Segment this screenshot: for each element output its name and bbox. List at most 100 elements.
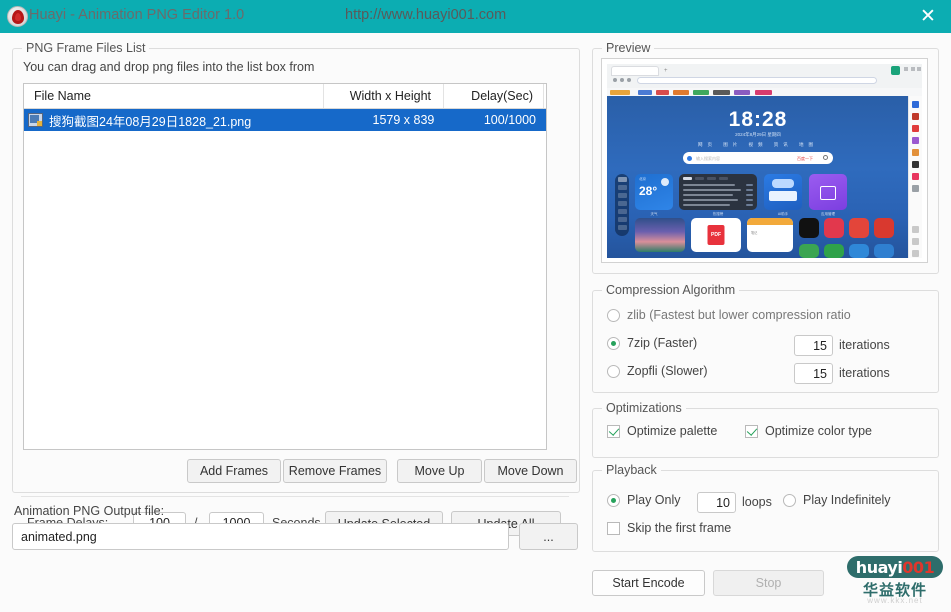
start-encode-button[interactable]: Start Encode <box>592 570 705 596</box>
preview-clock: 18:28 <box>728 108 788 131</box>
preview-search-engine-icon <box>687 155 692 161</box>
preview-news-caption: 热搜榜 <box>712 212 724 216</box>
checkbox-skip-first-frame-label: Skip the first frame <box>627 521 732 535</box>
row-file-name-text: 搜狗截图24年08月29日1828_21.png <box>49 114 252 129</box>
radio-play-only-icon[interactable] <box>607 493 620 507</box>
row-file-name-cell: 搜狗截图24年08月29日1828_21.png <box>24 111 327 130</box>
column-header-file-name[interactable]: File Name <box>24 84 324 108</box>
preview-pdf-label: PDF <box>707 225 725 245</box>
preview-group-label: Preview <box>602 41 655 55</box>
preview-forward-icon <box>620 78 624 82</box>
preview-app-icon-weibo <box>849 218 869 238</box>
playback-group-label: Playback <box>602 463 661 477</box>
radio-zlib[interactable]: zlib (Fastest but lower compression rati… <box>607 308 851 322</box>
preview-search-placeholder: 输入搜索内容 <box>696 155 720 161</box>
radio-play-only-label: Play Only <box>627 493 681 507</box>
radio-zlib-label: zlib (Fastest but lower compression rati… <box>627 308 851 322</box>
preview-extension-icon <box>891 66 900 75</box>
checkbox-optimize-palette[interactable]: Optimize palette <box>607 424 717 438</box>
radio-play-indefinitely[interactable]: Play Indefinitely <box>783 493 891 507</box>
drag-drop-hint: You can drag and drop png files into the… <box>23 60 315 74</box>
move-down-button[interactable]: Move Down <box>484 459 577 483</box>
preview-weather-caption: 天气 <box>650 212 658 216</box>
preview-photo-widget <box>635 218 685 252</box>
panel-divider <box>21 496 569 497</box>
preview-maximize-icon <box>911 67 915 71</box>
listbox-header: File Name Width x Height Delay(Sec) <box>24 84 546 109</box>
row-size-cell: 1579 x 839 <box>372 113 435 127</box>
preview-app-icon-green <box>824 244 844 258</box>
preview-app-icon-store <box>799 244 819 258</box>
preview-image: + 18:28 2024年8月29日 星期四 网页 图片 视频 资讯 地图 输入… <box>607 64 922 258</box>
preview-frame: + 18:28 2024年8月29日 星期四 网页 图片 视频 资讯 地图 输入… <box>601 58 928 263</box>
optimizations-group: Optimizations Optimize palette Optimize … <box>592 401 939 458</box>
watermark-brand-suffix: 001 <box>902 557 935 577</box>
radio-7zip-icon[interactable] <box>607 336 620 350</box>
column-header-width-height[interactable]: Width x Height <box>324 84 444 108</box>
table-row[interactable]: 搜狗截图24年08月29日1828_21.png 1579 x 839 100/… <box>24 109 546 131</box>
watermark-logo: huayi 001 华益软件 www.kkx.net <box>845 549 945 607</box>
preview-apps-widget <box>809 174 847 210</box>
preview-date: 2024年8月29日 星期四 <box>735 132 781 137</box>
preview-start-page: 18:28 2024年8月29日 星期四 网页 图片 视频 资讯 地图 输入搜索… <box>607 96 909 258</box>
preview-apps-caption: 应用管理 <box>821 212 835 216</box>
png-frame-files-group-label: PNG Frame Files List <box>22 41 150 55</box>
radio-play-indefinitely-icon[interactable] <box>783 493 796 507</box>
remove-frames-button[interactable]: Remove Frames <box>283 459 387 483</box>
radio-play-indefinitely-label: Play Indefinitely <box>803 493 891 507</box>
radio-7zip[interactable]: 7zip (Faster) <box>607 336 697 350</box>
playback-group: Playback Play Only 10 loops Play Indefin… <box>592 463 939 552</box>
preview-reload-icon <box>627 78 631 82</box>
move-up-button[interactable]: Move Up <box>397 459 482 483</box>
iterations-7zip-input[interactable]: 15 <box>794 335 833 356</box>
preview-magnifier-icon <box>823 155 828 160</box>
preview-back-icon <box>613 78 617 82</box>
preview-grid-icon <box>820 186 836 200</box>
preview-ai-widget <box>764 174 802 210</box>
radio-zlib-icon[interactable] <box>607 308 620 322</box>
watermark-brand-text: huayi <box>855 557 903 577</box>
preview-news-tabs <box>683 177 728 180</box>
compression-algorithm-group: Compression Algorithm zlib (Fastest but … <box>592 283 939 393</box>
optimizations-group-label: Optimizations <box>602 401 686 415</box>
loops-input[interactable]: 10 <box>697 492 736 513</box>
title-bar: Huayi - Animation PNG Editor 1.0 http://… <box>0 0 951 33</box>
app-logo-icon <box>7 6 28 27</box>
iterations-zopfli-input[interactable]: 15 <box>794 363 833 384</box>
checkbox-optimize-color-type[interactable]: Optimize color type <box>745 424 872 438</box>
checkbox-optimize-palette-icon[interactable] <box>607 424 620 438</box>
watermark-subtext: www.kkx.net <box>867 596 923 605</box>
radio-zopfli-icon[interactable] <box>607 364 620 378</box>
preview-app-icon-toutiao <box>874 218 894 238</box>
output-file-input[interactable]: animated.png <box>12 523 509 550</box>
checkbox-optimize-color-type-icon[interactable] <box>745 424 758 438</box>
preview-weather-city: 北京 <box>639 177 646 181</box>
preview-url-bar <box>637 77 877 84</box>
output-file-label: Animation PNG Output file: <box>14 504 165 518</box>
checkbox-optimize-palette-label: Optimize palette <box>627 424 718 438</box>
preview-note-widget: 笔记 <box>747 218 793 252</box>
frame-action-buttons: Add Frames Remove Frames Move Up Move Do… <box>23 459 577 483</box>
preview-browser-tab <box>611 66 659 76</box>
preview-note-text: 笔记 <box>751 231 758 235</box>
checkbox-skip-first-frame-icon[interactable] <box>607 521 620 535</box>
preview-search-box: 输入搜索内容 百度一下 <box>683 152 833 164</box>
checkbox-skip-first-frame[interactable]: Skip the first frame <box>607 521 731 535</box>
image-file-icon <box>28 113 43 127</box>
application-window: Huayi - Animation PNG Editor 1.0 http://… <box>0 0 951 612</box>
watermark-brand: huayi 001 <box>847 556 943 578</box>
frames-listbox[interactable]: File Name Width x Height Delay(Sec) 搜狗截图… <box>23 83 547 450</box>
preview-search-button-text: 百度一下 <box>797 155 813 161</box>
preview-bookmarks-bar <box>607 88 922 96</box>
radio-zopfli[interactable]: Zopfli (Slower) <box>607 364 708 378</box>
radio-play-only[interactable]: Play Only <box>607 493 681 507</box>
browse-button[interactable]: ... <box>519 523 578 550</box>
preview-app-icon-blue <box>849 244 869 258</box>
preview-app-icon-blue2 <box>874 244 894 258</box>
preview-browser-chrome: + <box>607 64 922 88</box>
add-frames-button[interactable]: Add Frames <box>187 459 281 483</box>
app-website-url: http://www.huayi001.com <box>345 7 507 23</box>
preview-nav-links: 网页 图片 视频 资讯 地图 <box>697 142 818 147</box>
close-icon[interactable]: ✕ <box>905 0 951 33</box>
column-header-delay[interactable]: Delay(Sec) <box>444 84 544 108</box>
